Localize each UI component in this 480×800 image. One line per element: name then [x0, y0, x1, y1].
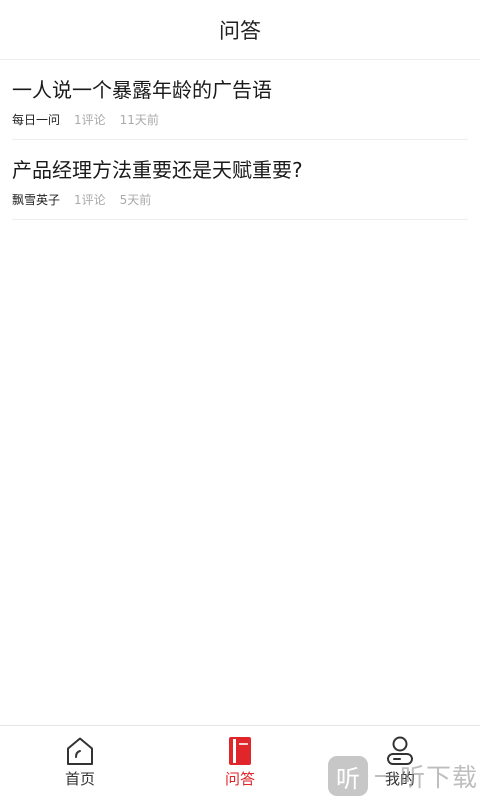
tab-home-label: 首页 — [64, 770, 95, 788]
question-meta: 每日一问 1评论 11天前 — [12, 112, 468, 128]
question-meta: 飘雪英子 1评论 5天前 — [12, 192, 468, 208]
bottom-tab-bar: 首页 问答 我的 — [0, 725, 480, 800]
post-time: 5天前 — [119, 193, 152, 207]
top-header: 问答 — [0, 0, 480, 60]
tab-mine-label: 我的 — [384, 770, 415, 788]
qa-book-icon — [229, 737, 251, 765]
comment-count: 1评论 — [74, 193, 106, 207]
tab-qa-label: 问答 — [224, 770, 255, 788]
question-item[interactable]: 产品经理方法重要还是天赋重要? 飘雪英子 1评论 5天前 — [12, 140, 468, 220]
question-author[interactable]: 飘雪英子 — [12, 192, 60, 208]
tab-mine[interactable]: 我的 — [320, 726, 480, 800]
home-icon — [67, 737, 93, 765]
tab-qa[interactable]: 问答 — [160, 726, 320, 800]
question-author[interactable]: 每日一问 — [12, 112, 60, 128]
user-icon — [387, 736, 413, 765]
question-list: 一人说一个暴露年龄的广告语 每日一问 1评论 11天前 产品经理方法重要还是天赋… — [0, 60, 480, 220]
question-item[interactable]: 一人说一个暴露年龄的广告语 每日一问 1评论 11天前 — [12, 60, 468, 140]
comment-count: 1评论 — [74, 113, 106, 127]
app-screen: 问答 一人说一个暴露年龄的广告语 每日一问 1评论 11天前 产品经理方法重要还… — [0, 0, 480, 800]
post-time: 11天前 — [119, 113, 159, 127]
question-title[interactable]: 产品经理方法重要还是天赋重要? — [12, 155, 468, 185]
tab-home[interactable]: 首页 — [0, 726, 160, 800]
question-title[interactable]: 一人说一个暴露年龄的广告语 — [12, 75, 468, 105]
page-title: 问答 — [219, 18, 261, 43]
